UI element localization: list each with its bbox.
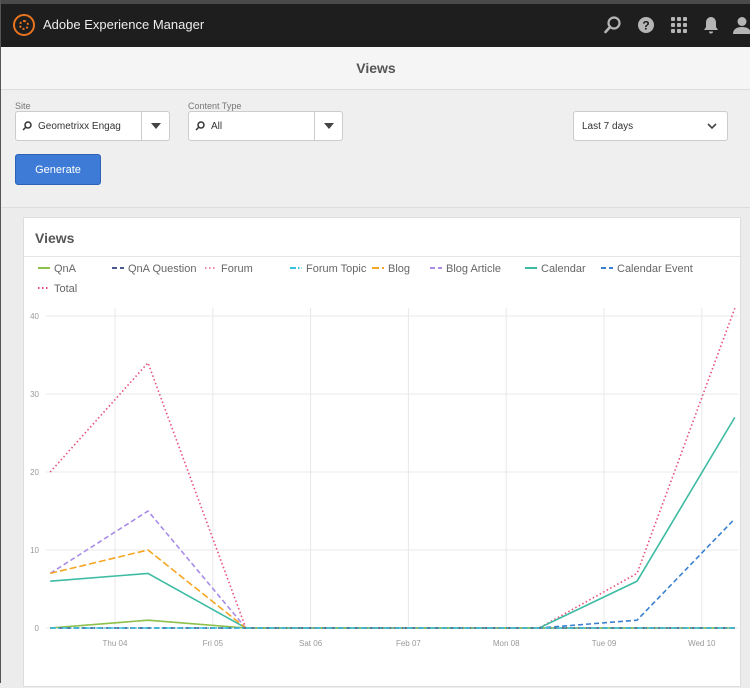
legend-item-qna-question: QnA Question: [128, 263, 197, 275]
legend-item-qna: QnA: [54, 263, 77, 275]
user-icon[interactable]: [732, 15, 750, 35]
site-combobox[interactable]: Geometrixx Engag: [15, 111, 170, 141]
x-tick-label: Tue 09: [592, 639, 617, 648]
legend-item-blog-article: Blog Article: [446, 263, 501, 275]
app-title: Adobe Experience Manager: [43, 17, 205, 32]
y-tick-label: 0: [35, 624, 40, 633]
views-chart-card: Views QnA QnA Question Forum Forum Topic Blo…: [23, 217, 742, 687]
x-tick-label: Sat 06: [299, 639, 323, 648]
content-type-combobox[interactable]: All: [188, 111, 343, 141]
search-icon[interactable]: [603, 15, 623, 35]
site-dropdown-button[interactable]: [141, 112, 169, 140]
apps-grid-icon[interactable]: [669, 15, 689, 35]
date-range-value: Last 7 days: [582, 120, 634, 132]
top-nav-bar: Adobe Experience Manager ?: [1, 4, 750, 47]
aem-logo-icon[interactable]: [13, 14, 35, 36]
x-tick-label: Mon 08: [493, 639, 520, 648]
search-icon: [195, 121, 205, 131]
site-label: Site: [15, 101, 31, 111]
legend-item-forum: Forum: [221, 263, 253, 275]
content-type-dropdown-button[interactable]: [314, 112, 342, 140]
chevron-down-icon: [707, 123, 717, 130]
legend-item-calendar: Calendar: [541, 263, 586, 275]
legend-item-calendar-event: Calendar Event: [617, 263, 693, 275]
y-tick-label: 10: [30, 546, 39, 555]
help-icon[interactable]: ?: [636, 15, 656, 35]
caret-down-icon: [150, 123, 161, 129]
series-line-total: [49, 307, 736, 629]
series-line-qna: [50, 619, 735, 629]
y-tick-label: 30: [30, 390, 39, 399]
series-line-blog-article: [49, 509, 735, 629]
x-tick-label: Thu 04: [103, 639, 128, 648]
content-type-input[interactable]: All: [211, 121, 222, 132]
x-tick-label: Wed 10: [688, 639, 716, 648]
x-tick-label: Fri 05: [203, 639, 224, 648]
x-tick-label: Feb 07: [396, 639, 421, 648]
series-line-calendar-event: [50, 518, 736, 629]
views-line-chart: QnA QnA Question Forum Forum Topic Blog Blog …: [30, 263, 738, 648]
legend-item-blog: Blog: [388, 263, 410, 275]
bell-icon[interactable]: [701, 15, 721, 35]
filter-panel: Site Geometrixx Engag Content Type All L…: [1, 90, 750, 208]
date-range-select[interactable]: Last 7 days: [573, 111, 728, 141]
series-line-calendar: [50, 416, 736, 629]
y-tick-label: 20: [30, 468, 39, 477]
svg-text:?: ?: [642, 19, 649, 33]
site-input[interactable]: Geometrixx Engag: [38, 121, 121, 132]
generate-button[interactable]: Generate: [15, 154, 101, 185]
series-line-blog: [50, 549, 735, 629]
page-title: Views: [1, 47, 750, 90]
search-icon: [22, 121, 32, 131]
legend-item-forum-topic: Forum Topic: [306, 263, 367, 275]
y-tick-label: 40: [30, 312, 39, 321]
content-type-label: Content Type: [188, 101, 242, 111]
caret-down-icon: [323, 123, 334, 129]
legend-item-total: Total: [54, 283, 77, 295]
